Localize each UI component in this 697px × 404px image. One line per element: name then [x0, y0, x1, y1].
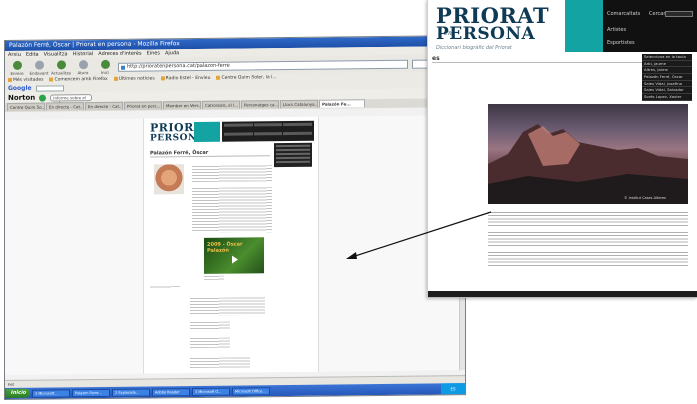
bookmark-item[interactable]: Comencem amb Firefox — [49, 76, 107, 85]
browser-tab[interactable]: En directe - Cat... — [46, 102, 84, 111]
site-search-input[interactable] — [665, 11, 693, 17]
photo-caption: © Institut Cases Alteres — [624, 196, 666, 200]
stop-icon — [78, 59, 88, 69]
person-dropdown[interactable] — [274, 142, 312, 168]
system-tray[interactable]: ES — [441, 383, 465, 395]
browser-tab[interactable]: Personatges ca... — [241, 100, 279, 109]
bookmark-item[interactable]: Centre Quim Soler, la l... — [216, 74, 276, 83]
browser-tab[interactable]: Priorat en pers... — [124, 101, 162, 110]
dropdown-option[interactable]: Arbi, Jaume — [642, 61, 692, 68]
bookmark-item[interactable]: Últimes notícies — [114, 75, 155, 83]
dropdown-option[interactable]: Sales Vidal, Salvador — [642, 87, 692, 95]
body-text — [488, 252, 688, 268]
taskbar-item[interactable]: Microsoft Office... — [232, 386, 270, 396]
menu-item[interactable]: Esportistes — [607, 40, 635, 46]
norton-logo: Norton — [8, 93, 36, 102]
browser-tab[interactable]: Centre Quim So... — [7, 102, 45, 111]
web-page: PRIORAT PERSONA Palazón Ferré, Òscar 200… — [143, 116, 319, 374]
taskbar-item[interactable]: Palazon Ferre... — [72, 388, 110, 397]
mountain-image — [488, 124, 688, 204]
portrait-photo — [154, 164, 184, 195]
bibliography-text — [190, 357, 250, 369]
dropdown-option[interactable]: Sorés Lopez, Xavier — [642, 94, 692, 101]
reload-icon — [56, 59, 66, 69]
menu-file[interactable]: Arxiu — [8, 51, 21, 59]
dropdown-option[interactable]: Altres, Jaime — [642, 67, 692, 75]
site-menu: Comarcaltats Artistes Esportistes Cercar — [603, 0, 697, 52]
reload-button[interactable]: Actualitza — [51, 59, 71, 75]
dropdown-option[interactable]: Selecciona en la taula — [642, 54, 692, 61]
bookmark-item[interactable]: Radio Estel - Envieu — [161, 75, 211, 84]
composite-figure: Palazón Ferré, Òscar | Priorat en person… — [0, 0, 697, 404]
menu-help[interactable]: Ajuda — [165, 49, 179, 57]
page-viewport: PRIORAT PERSONA Palazón Ferré, Òscar 200… — [5, 115, 465, 375]
menu-history[interactable]: Historial — [73, 50, 94, 58]
window-title: Palazón Ferré, Òscar | Priorat en person… — [9, 40, 180, 49]
bio-text-block — [192, 187, 272, 234]
zoomed-page: PRIORAT en PERSONA Diccionari biogràfic … — [427, 0, 697, 298]
menu-edit[interactable]: Edita — [26, 51, 39, 59]
site-top-nav[interactable] — [222, 120, 314, 142]
browser-tab[interactable]: Llocs Catalunya... — [280, 99, 318, 109]
taskbar-item[interactable]: 3 Microsoft... — [32, 388, 70, 398]
teal-nav-block[interactable] — [565, 0, 603, 52]
site-tagline: Diccionari biogràfic del Priorat — [436, 45, 512, 51]
forward-button[interactable]: Endavant — [30, 60, 49, 75]
play-icon[interactable] — [232, 255, 238, 264]
search-label: Cercar — [649, 11, 666, 17]
menu-bookmarks[interactable]: Adreces d'interès — [98, 50, 141, 58]
forward-arrow-icon — [34, 60, 44, 70]
bibliography-text — [190, 297, 265, 317]
taskbar-item[interactable]: 2 Explorado... — [112, 387, 150, 397]
browser-tab-active[interactable]: Palazón Fe... — [319, 99, 365, 108]
norton-status-icon[interactable] — [39, 94, 47, 102]
bibliography-text — [190, 337, 230, 349]
url-input[interactable]: http://prioratenpersona.cat/palazon-ferr… — [118, 59, 408, 72]
zoom-site-logo[interactable]: PRIORAT en PERSONA — [436, 5, 549, 44]
divider — [150, 155, 270, 158]
browser-tab[interactable]: Catrossels, el l... — [202, 100, 240, 109]
browser-tab[interactable]: Member en Vers... — [163, 100, 201, 110]
stop-button[interactable]: Atura — [74, 59, 92, 75]
menu-tools[interactable]: Eines — [147, 49, 160, 57]
menu-item[interactable]: Comarcaltats — [607, 11, 640, 17]
menu-view[interactable]: Visualitza — [44, 50, 68, 58]
home-icon — [100, 59, 110, 69]
google-logo: Google — [8, 84, 32, 92]
start-button[interactable]: Inicio — [6, 388, 30, 398]
body-text — [488, 232, 688, 248]
browser-tab[interactable]: En directe - Cat... — [85, 101, 123, 111]
taskbar-item[interactable]: Adobe Reader — [152, 387, 190, 396]
body-text — [488, 212, 688, 228]
back-arrow-icon — [12, 60, 22, 70]
menu-item[interactable]: Artistes — [607, 27, 626, 33]
taskbar-item[interactable]: 3 Microsoft O... — [192, 387, 230, 396]
page-title-fragment: es — [432, 55, 440, 62]
dropdown-option[interactable]: Sales Vidal, Josefina — [642, 81, 692, 88]
home-button[interactable]: Inici — [96, 59, 114, 74]
section-heading — [150, 286, 180, 289]
video-player[interactable]: 2009 - Òscar Palazón — [204, 237, 264, 274]
google-search-input[interactable] — [35, 85, 64, 92]
browser-window: Palazón Ferré, Òscar | Priorat en person… — [4, 35, 466, 400]
bibliography-text — [190, 321, 230, 331]
video-caption — [204, 275, 224, 280]
person-dropdown-list[interactable]: Selecciona en la taula Arbi, Jaume Altre… — [642, 54, 692, 101]
bookmark-item[interactable]: Més visitades — [8, 77, 43, 85]
landscape-photo — [488, 104, 688, 204]
dropdown-option[interactable]: Palazón Ferré, Òscar — [642, 74, 692, 81]
video-title: 2009 - Òscar Palazón — [207, 241, 243, 254]
back-button[interactable]: Enrere — [8, 60, 26, 75]
teal-nav-block[interactable] — [194, 121, 220, 143]
site-footer — [428, 291, 697, 297]
norton-safe-web-button[interactable]: Informe sobre el web — [50, 93, 93, 105]
bio-text-block — [192, 165, 272, 183]
